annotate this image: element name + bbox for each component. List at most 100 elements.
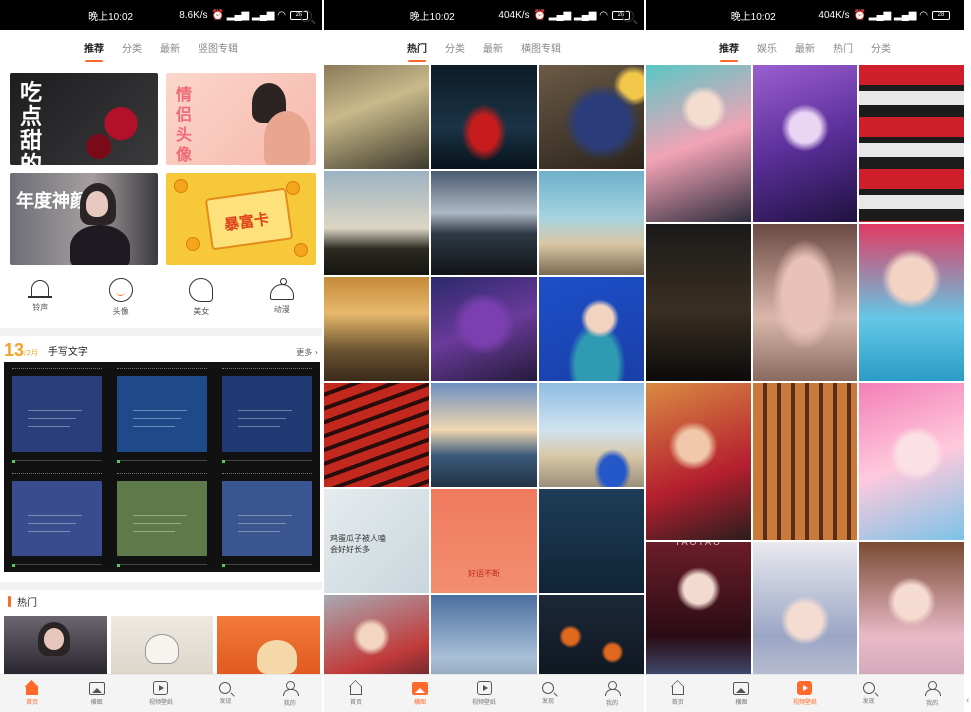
banner-title: 吃点甜的 xyxy=(20,80,43,165)
wallpaper-tile-red-pagoda[interactable] xyxy=(324,383,430,487)
wallpaper-tile-dark-teal[interactable] xyxy=(538,489,644,593)
battery-icon: 28 xyxy=(932,10,950,20)
section-divider xyxy=(0,328,322,336)
nav-item-home[interactable]: 首页 xyxy=(6,681,58,706)
category-label: 动漫 xyxy=(273,305,290,314)
wallpaper-tile-handwriting-note[interactable]: 鸡蛋瓜子被人嗑 会好好长多 xyxy=(324,489,430,593)
handwriting-card[interactable] xyxy=(111,364,213,466)
wallpaper-tile-cheongsam-girl[interactable] xyxy=(538,277,644,381)
wallpaper-tile-blueberries[interactable] xyxy=(538,65,644,169)
wallpaper-tile-mountain-mist[interactable] xyxy=(324,171,430,275)
video-tile-pink-anime[interactable] xyxy=(859,383,964,540)
tab-latest[interactable]: 最新 xyxy=(158,36,182,59)
video-tile-rabbit-girl[interactable] xyxy=(646,383,751,540)
tab-latest[interactable]: 最新 xyxy=(481,36,505,59)
tab-vertical-album[interactable]: 竖图专辑 xyxy=(196,36,240,59)
wallpaper-tile-lucky-cartoon[interactable]: 好运不断 xyxy=(431,489,537,593)
user-icon xyxy=(925,680,942,696)
video-tile-purple-anime[interactable] xyxy=(752,65,858,222)
cartoon-cat xyxy=(257,640,298,674)
tab-recommend[interactable]: 推荐 xyxy=(717,36,741,62)
wallpaper-tile-street-car[interactable] xyxy=(538,383,644,487)
nav-item-search[interactable]: 发现 xyxy=(199,682,251,705)
smile-icon xyxy=(108,278,133,302)
search-icon[interactable] xyxy=(622,10,634,22)
bottom-nav: 首页 横图 视频壁纸 发现 我的 xyxy=(646,674,964,712)
category-ringtone[interactable]: 铃声 xyxy=(10,278,70,324)
wallpaper-tile-train-window[interactable] xyxy=(324,277,430,381)
video-tile-shadow-stripes[interactable] xyxy=(752,383,858,540)
nav-item-picture[interactable]: 横图 xyxy=(715,681,767,706)
nav-item-play[interactable]: 视频壁纸 xyxy=(779,681,831,706)
more-link[interactable]: 更多 › xyxy=(296,345,318,360)
date-month: /2月 xyxy=(24,349,38,357)
tab-hot[interactable]: 热门 xyxy=(831,36,855,59)
nav-item-picture[interactable]: 横图 xyxy=(394,681,446,706)
banner-couple[interactable]: 情侣头像 xyxy=(166,73,316,165)
handwriting-card[interactable] xyxy=(216,468,318,570)
handwriting-card[interactable] xyxy=(6,468,108,570)
hot-thumb-portrait[interactable] xyxy=(4,616,107,674)
nav-item-user[interactable]: 我的 xyxy=(906,680,958,707)
nav-item-search[interactable]: 发现 xyxy=(522,682,574,705)
nav-item-home[interactable]: 首页 xyxy=(330,681,382,706)
card-footer xyxy=(222,564,312,565)
nav-item-user[interactable]: 我的 xyxy=(586,680,638,707)
handwriting-card[interactable] xyxy=(216,364,318,466)
banner-dessert[interactable]: 吃点甜的 xyxy=(10,73,158,165)
nav-item-play[interactable]: 视频壁纸 xyxy=(135,681,187,706)
nav-label: 首页 xyxy=(26,699,39,706)
coin-icon xyxy=(186,237,200,251)
nav-item-user[interactable]: 我的 xyxy=(264,680,316,707)
nav-label: 我的 xyxy=(605,699,618,707)
coin-icon xyxy=(174,179,188,193)
hot-thumb-cartoon[interactable] xyxy=(110,616,214,674)
nav-item-home[interactable]: 首页 xyxy=(652,681,704,706)
search-icon[interactable] xyxy=(300,10,312,22)
category-beauty[interactable]: 美女 xyxy=(171,278,231,324)
back-gesture-icon[interactable]: ‹ xyxy=(964,696,971,706)
hot-thumb-cat[interactable] xyxy=(217,616,320,674)
wallpaper-tile-woman-in-room[interactable] xyxy=(324,65,430,169)
tab-latest[interactable]: 最新 xyxy=(793,36,817,59)
section-divider xyxy=(0,582,322,590)
nav-label: 发现 xyxy=(219,698,232,705)
nav-item-picture[interactable]: 横图 xyxy=(71,681,123,706)
text-line xyxy=(28,514,82,516)
text-line xyxy=(238,426,280,427)
banner-portrait[interactable]: 年度神颜 xyxy=(10,173,158,265)
category-anime[interactable]: 动漫 xyxy=(252,278,312,324)
handwriting-card[interactable] xyxy=(111,468,213,570)
watermark: YAOYAO xyxy=(674,542,722,548)
tab-hot[interactable]: 热门 xyxy=(405,36,429,62)
user-icon xyxy=(605,680,621,696)
search-icon xyxy=(219,682,232,694)
tab-recommend[interactable]: 推荐 xyxy=(82,36,106,62)
nav-item-play[interactable]: 视频壁纸 xyxy=(458,681,510,706)
tab-category[interactable]: 分类 xyxy=(869,36,893,59)
nav-label: 发现 xyxy=(541,698,554,705)
wallpaper-tile-beach-girl[interactable] xyxy=(538,171,644,275)
wallpaper-grid: 鸡蛋瓜子被人嗑 会好好长多 好运不断 xyxy=(324,65,644,699)
video-tile-face-closeup[interactable] xyxy=(752,224,858,381)
handwriting-card[interactable] xyxy=(6,364,108,466)
banner-lucky-card[interactable]: 暴富卡 xyxy=(166,173,316,265)
status-indicators: 404K/s ⏰ ▂▄▆ ▂▄▆ ◠ 28 xyxy=(498,10,630,21)
top-tabs: 推荐 分类 最新 竖图专辑 xyxy=(0,30,322,64)
video-tile-dark-window[interactable] xyxy=(646,224,751,381)
video-tile-miku-anime[interactable] xyxy=(646,65,751,222)
category-avatar[interactable]: 头像 xyxy=(91,278,151,324)
tab-landscape-album[interactable]: 横图专辑 xyxy=(519,36,563,59)
nav-item-search[interactable]: 发现 xyxy=(843,682,895,705)
tab-entertainment[interactable]: 娱乐 xyxy=(755,36,779,59)
wallpaper-tile-sports-car[interactable] xyxy=(431,65,537,169)
tab-category[interactable]: 分类 xyxy=(120,36,144,59)
tab-category[interactable]: 分类 xyxy=(443,36,467,59)
wallpaper-tile-city-sunset[interactable] xyxy=(431,383,537,487)
search-icon xyxy=(862,682,875,694)
wallpaper-tile-dark-coast[interactable] xyxy=(431,171,537,275)
wallpaper-tile-purple-dessert[interactable] xyxy=(431,277,537,381)
video-tile-boy-portrait[interactable] xyxy=(859,224,964,381)
text-line xyxy=(28,410,82,411)
video-tile-red-motorbike[interactable] xyxy=(859,65,964,222)
